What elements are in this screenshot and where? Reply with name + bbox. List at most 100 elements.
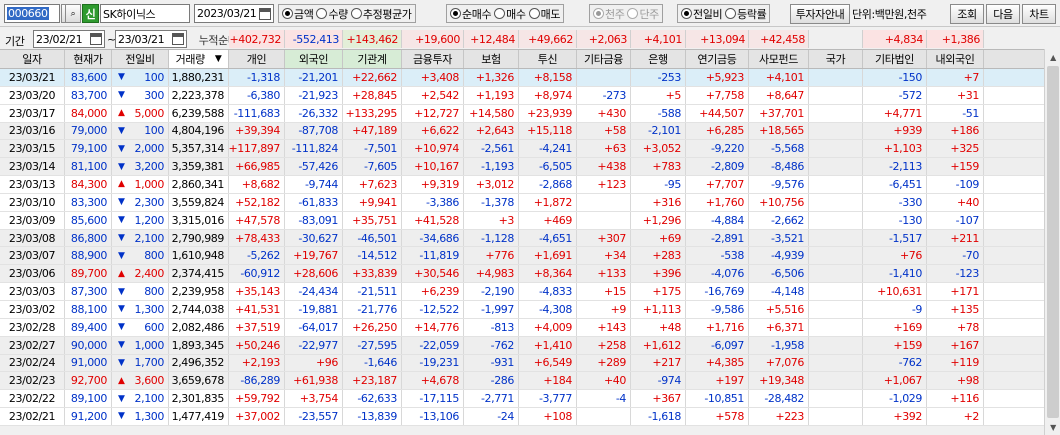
cell-국가 xyxy=(809,265,863,283)
column-header-0[interactable]: 일자 xyxy=(0,50,65,68)
radio-dot-icon xyxy=(494,8,506,19)
table-row[interactable]: 23/03/16 79,000 ▼ 100 4,804,196 +39,394 -87,70… xyxy=(0,122,1044,141)
column-header-11[interactable]: 은행 xyxy=(631,50,686,68)
triangle-down-icon: ▼ xyxy=(118,286,125,297)
radio-amount_radios-2[interactable]: 추정평균가 xyxy=(350,6,412,22)
period-to-field[interactable]: 23/03/21 xyxy=(115,30,187,48)
triangle-down-icon: ▼ xyxy=(118,161,125,172)
table-row[interactable]: 23/03/20 83,700 ▼ 300 2,223,378 -6,380 -21,923… xyxy=(0,86,1044,105)
shin-badge[interactable]: 신 xyxy=(82,4,99,23)
stock-name-field[interactable]: SK하이닉스 xyxy=(100,4,190,23)
sort-desc-icon[interactable]: ▼ xyxy=(215,54,222,64)
triangle-down-icon: ▼ xyxy=(118,197,125,208)
scroll-down-icon[interactable]: ▼ xyxy=(1045,419,1060,435)
cell-price: 79,000 xyxy=(65,122,112,140)
period-from-field[interactable]: 23/02/21 xyxy=(33,30,105,48)
triangle-down-icon: ▼ xyxy=(118,250,125,261)
column-header-6[interactable]: 기관계 xyxy=(343,50,402,68)
cell-기타금융: -4 xyxy=(577,390,631,408)
column-header-1[interactable]: 현재가 xyxy=(65,50,112,68)
investor-guide-button[interactable]: 투자자안내 xyxy=(790,4,850,24)
table-row[interactable]: 23/03/15 79,100 ▼ 2,000 5,357,314 +117,897 -11… xyxy=(0,140,1044,159)
stock-code-value: 000660 xyxy=(7,7,49,20)
column-header-16[interactable]: 내외국인 xyxy=(927,50,984,68)
calendar-icon[interactable] xyxy=(259,7,271,20)
calendar-icon[interactable] xyxy=(90,33,102,45)
cell-기타법인: -6,451 xyxy=(863,176,927,193)
cell-금융투자: -34,686 xyxy=(402,229,464,247)
cell-보험: -931 xyxy=(464,354,519,372)
cell-외국인: +3,754 xyxy=(285,390,343,408)
scroll-up-icon[interactable]: ▲ xyxy=(1045,49,1060,65)
column-header-8[interactable]: 보험 xyxy=(464,50,519,68)
change-value: 1,300 xyxy=(134,302,165,316)
cell-change: ▼ 800 xyxy=(112,283,169,300)
cell-기타금융: +63 xyxy=(577,140,631,158)
table-row[interactable]: 23/03/09 85,600 ▼ 1,200 3,315,016 +47,578 -83,… xyxy=(0,211,1044,230)
next-button[interactable]: 다음 xyxy=(986,4,1020,24)
column-header-3[interactable]: 거래량 ▼ xyxy=(169,50,229,68)
column-header-9[interactable]: 투신 xyxy=(519,50,577,68)
table-row[interactable]: 23/03/03 87,300 ▼ 800 2,239,958 +35,143 -24,43… xyxy=(0,283,1044,301)
cell-개인: -60,912 xyxy=(229,265,285,283)
cell-기타법인: -1,029 xyxy=(863,390,927,408)
radio-buy_radios-2[interactable]: 매도 xyxy=(528,6,560,22)
cell-연기금등: -6,097 xyxy=(686,336,749,354)
cell-개인: +52,182 xyxy=(229,193,285,211)
table-row[interactable]: 23/03/02 88,100 ▼ 1,300 2,744,038 +41,531 -19,… xyxy=(0,300,1044,319)
column-header-15[interactable]: 기타법인 xyxy=(863,50,927,68)
table-row[interactable]: 23/03/14 81,100 ▼ 3,200 3,359,381 +66,985 -57,… xyxy=(0,158,1044,177)
column-header-13[interactable]: 사모펀드 xyxy=(749,50,809,68)
query-button[interactable]: 조회 xyxy=(950,4,984,24)
column-header-12[interactable]: 연기금등 xyxy=(686,50,749,68)
calendar-icon[interactable] xyxy=(172,33,184,45)
date-field[interactable]: 2023/03/21 xyxy=(194,4,274,23)
table-row[interactable]: 23/02/28 89,400 ▼ 600 2,082,486 +37,519 -64,01… xyxy=(0,318,1044,337)
cell-투신: -3,777 xyxy=(519,390,577,408)
cell-change: ▲ 5,000 xyxy=(112,104,169,122)
table-row[interactable]: 23/03/10 83,300 ▼ 2,300 3,559,824 +52,182 -61,… xyxy=(0,193,1044,212)
triangle-down-icon: ▼ xyxy=(118,72,125,83)
search-button[interactable]: ⌕ xyxy=(65,4,81,23)
table-row[interactable]: 23/02/21 91,200 ▼ 1,300 1,477,419 +37,002 -23,… xyxy=(0,408,1044,426)
cell-price: 83,600 xyxy=(65,69,112,86)
radio-unit_radios-1[interactable]: 단주 xyxy=(627,6,659,22)
radio-amount_radios-0[interactable]: 금액 xyxy=(282,6,314,22)
cell-기타법인: +169 xyxy=(863,318,927,336)
radio-unit_radios-0[interactable]: 천주 xyxy=(593,6,625,22)
scroll-thumb[interactable] xyxy=(1047,66,1059,418)
vertical-scrollbar[interactable]: ▲ ▼ xyxy=(1044,49,1060,435)
column-header-14[interactable]: 국가 xyxy=(809,50,863,68)
table-row[interactable]: 23/02/27 90,000 ▼ 1,000 1,893,345 +50,246 -22,… xyxy=(0,336,1044,355)
column-header-2[interactable]: 전일비 xyxy=(112,50,169,68)
cell-price: 79,100 xyxy=(65,140,112,158)
table-row[interactable]: 23/03/21 83,600 ▼ 100 1,880,231 -1,318 -21,201… xyxy=(0,69,1044,87)
table-row[interactable]: 23/03/07 88,900 ▼ 800 1,610,948 -5,262 +19,767… xyxy=(0,247,1044,266)
column-header-10[interactable]: 기타금융 xyxy=(577,50,631,68)
radio-compare_radios-0[interactable]: 전일비 xyxy=(681,6,723,22)
table-row[interactable]: 23/03/13 84,300 ▲ 1,000 2,860,341 +8,682 -9,74… xyxy=(0,176,1044,194)
table-row[interactable]: 23/02/22 89,100 ▼ 2,100 2,301,835 +59,792 +3,7… xyxy=(0,390,1044,409)
column-header-7[interactable]: 금융투자 xyxy=(402,50,464,68)
radio-amount_radios-1[interactable]: 수량 xyxy=(316,6,348,22)
cell-volume: 2,790,989 xyxy=(169,229,229,247)
radio-compare_radios-1[interactable]: 등락률 xyxy=(725,6,767,22)
change-value: 2,400 xyxy=(134,267,165,281)
table-row[interactable]: 23/02/23 92,700 ▲ 3,600 3,659,678 -86,289 +61,… xyxy=(0,372,1044,391)
period-label: 기간 xyxy=(5,34,25,48)
table-row[interactable]: 23/03/17 84,000 ▲ 5,000 6,239,588 -111,683 -26… xyxy=(0,104,1044,123)
cell-volume: 3,559,824 xyxy=(169,193,229,211)
table-row[interactable]: 23/03/08 86,800 ▼ 2,100 2,790,989 +78,433 -30,… xyxy=(0,229,1044,248)
table-row[interactable]: 23/03/06 89,700 ▲ 2,400 2,374,415 -60,912 +28,… xyxy=(0,265,1044,284)
chart-button[interactable]: 차트 xyxy=(1022,4,1056,24)
cumulative-개인: +402,732 xyxy=(229,30,285,48)
radio-buy_radios-1[interactable]: 매수 xyxy=(494,6,526,22)
radio-buy_radios-0[interactable]: 순매수 xyxy=(450,6,492,22)
column-header-4[interactable]: 개인 xyxy=(229,50,285,68)
table-row[interactable]: 23/02/24 91,000 ▼ 1,700 2,496,352 +2,193 +96 -1… xyxy=(0,354,1044,373)
cell-사모펀드: -3,521 xyxy=(749,229,809,247)
cell-change: ▲ 3,600 xyxy=(112,372,169,390)
column-header-5[interactable]: 외국인 xyxy=(285,50,343,68)
cell-사모펀드: +37,701 xyxy=(749,104,809,122)
stock-code-input[interactable]: 000660 xyxy=(4,4,60,23)
